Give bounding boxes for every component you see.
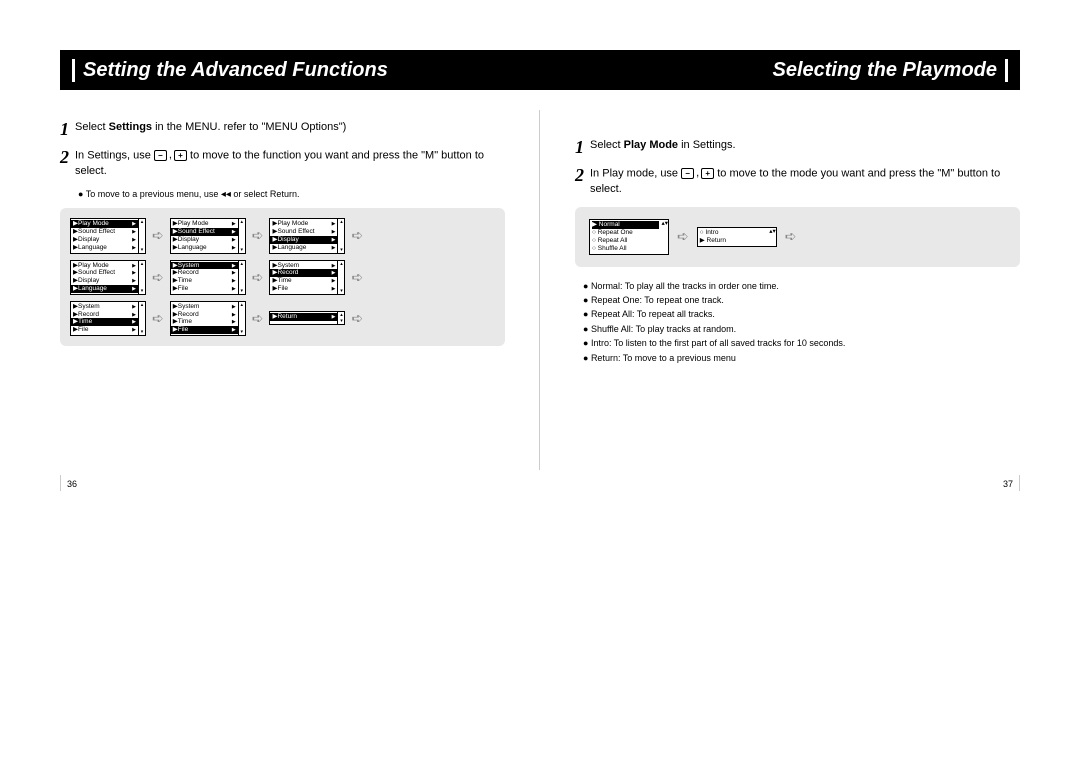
header-bar: Setting the Advanced Functions Selecting…: [60, 50, 1020, 90]
manual-page: Setting the Advanced Functions Selecting…: [0, 0, 1080, 365]
scrollbar-icon: ▴▾: [661, 220, 668, 253]
left-step-2: 2 In Settings, use −,+ to move to the fu…: [60, 148, 505, 179]
menu-screen: ▶System▶Record▶Time▶File▴▾: [70, 301, 146, 336]
bullet-dot-icon: [78, 189, 86, 199]
minus-icon: −: [154, 150, 167, 161]
arrow-right-icon: ➪: [152, 269, 164, 286]
step-number-2: 2: [60, 148, 69, 166]
bullet-item: Normal: To play all the tracks in order …: [583, 279, 1020, 293]
bullet-item: Intro: To listen to the first part of al…: [583, 336, 1020, 350]
minus-plus-icons: −,+: [154, 148, 187, 163]
scrollbar-icon: ▴▾: [138, 302, 145, 335]
arrow-right-icon: ➪: [351, 269, 363, 286]
page-number-left: 36: [60, 475, 77, 491]
minus-plus-icons: −,+: [681, 166, 714, 181]
menu-screen: ▶Play Mode▶Sound Effect▶Display▶Language…: [170, 218, 246, 253]
left-step-1: 1 Select Settings in the MENU. refer to …: [60, 120, 505, 138]
left-column: 1 Select Settings in the MENU. refer to …: [60, 120, 505, 365]
menu-screen: ▶Play Mode▶Sound Effect▶Display▶Language…: [70, 260, 146, 295]
scrollbar-icon: ▴▾: [337, 219, 344, 252]
menu-screen: ▶System▶Record▶Time▶File▴▾: [170, 301, 246, 336]
playmode-screen-2: ○ Intro▶ Return ▴▾: [697, 227, 777, 247]
page-number-right: 37: [1003, 475, 1020, 491]
menu-screen: ▶Return ▴▾: [269, 311, 345, 325]
bullet-item: Repeat One: To repeat one track.: [583, 293, 1020, 307]
right-screens-box: ▶ Normal○ Repeat One○ Repeat All○ Shuffl…: [575, 207, 1020, 266]
right-column: 1 Select Play Mode in Settings. 2 In Pla…: [575, 120, 1020, 365]
right-step-2: 2 In Play mode, use −,+ to move to the m…: [575, 166, 1020, 197]
menu-screen: ▶System▶Record▶Time▶File▴▾: [269, 260, 345, 295]
bullet-item: Return: To move to a previous menu: [583, 351, 1020, 365]
minus-icon: −: [681, 168, 694, 179]
arrow-right-icon: ➪: [152, 227, 164, 244]
right-step-1: 1 Select Play Mode in Settings.: [575, 138, 1020, 156]
step-1-text: Select Settings in the MENU. refer to "M…: [75, 120, 346, 135]
scrollbar-icon: ▴▾: [138, 261, 145, 294]
scrollbar-icon: ▴▾: [337, 312, 344, 324]
scrollbar-icon: ▴▾: [337, 261, 344, 294]
step-number-1: 1: [60, 120, 69, 138]
title-right: Selecting the Playmode: [772, 59, 1008, 82]
arrow-right-icon: ➪: [785, 228, 797, 245]
arrow-right-icon: ➪: [677, 228, 689, 245]
arrow-right-icon: ➪: [351, 227, 363, 244]
title-left: Setting the Advanced Functions: [72, 59, 388, 82]
arrow-right-icon: ➪: [252, 269, 264, 286]
arrow-right-icon: ➪: [252, 310, 264, 327]
arrow-right-icon: ➪: [351, 310, 363, 327]
step-number-2: 2: [575, 166, 584, 184]
bullet-item: Shuffle All: To play tracks at random.: [583, 322, 1020, 336]
playmode-screen-1: ▶ Normal○ Repeat One○ Repeat All○ Shuffl…: [589, 219, 669, 254]
left-note: To move to a previous menu, use ◂◂ or se…: [78, 189, 505, 200]
step-number-1: 1: [575, 138, 584, 156]
scrollbar-icon: ▴▾: [238, 219, 245, 252]
scrollbar-icon: ▴▾: [138, 219, 145, 252]
step-2-text: In Settings, use −,+ to move to the func…: [75, 148, 505, 179]
step-2-text: In Play mode, use −,+ to move to the mod…: [590, 166, 1020, 197]
menu-screen: ▶System▶Record▶Time▶File▴▾: [170, 260, 246, 295]
arrow-right-icon: ➪: [152, 310, 164, 327]
scrollbar-icon: ▴▾: [238, 302, 245, 335]
arrow-right-icon: ➪: [252, 227, 264, 244]
column-divider: [539, 110, 540, 470]
rewind-icon: ◂◂: [221, 189, 231, 200]
plus-icon: +: [701, 168, 714, 179]
scrollbar-icon: ▴▾: [769, 228, 776, 246]
columns: 1 Select Settings in the MENU. refer to …: [60, 120, 1020, 365]
playmode-bullets: Normal: To play all the tracks in order …: [583, 279, 1020, 365]
bullet-item: Repeat All: To repeat all tracks.: [583, 307, 1020, 321]
scrollbar-icon: ▴▾: [238, 261, 245, 294]
menu-screen: ▶Play Mode▶Sound Effect▶Display▶Language…: [269, 218, 345, 253]
step-1-text: Select Play Mode in Settings.: [590, 138, 736, 153]
menu-screen: ▶Play Mode▶Sound Effect▶Display▶Language…: [70, 218, 146, 253]
plus-icon: +: [174, 150, 187, 161]
left-screens-box: ▶Play Mode▶Sound Effect▶Display▶Language…: [60, 208, 505, 346]
